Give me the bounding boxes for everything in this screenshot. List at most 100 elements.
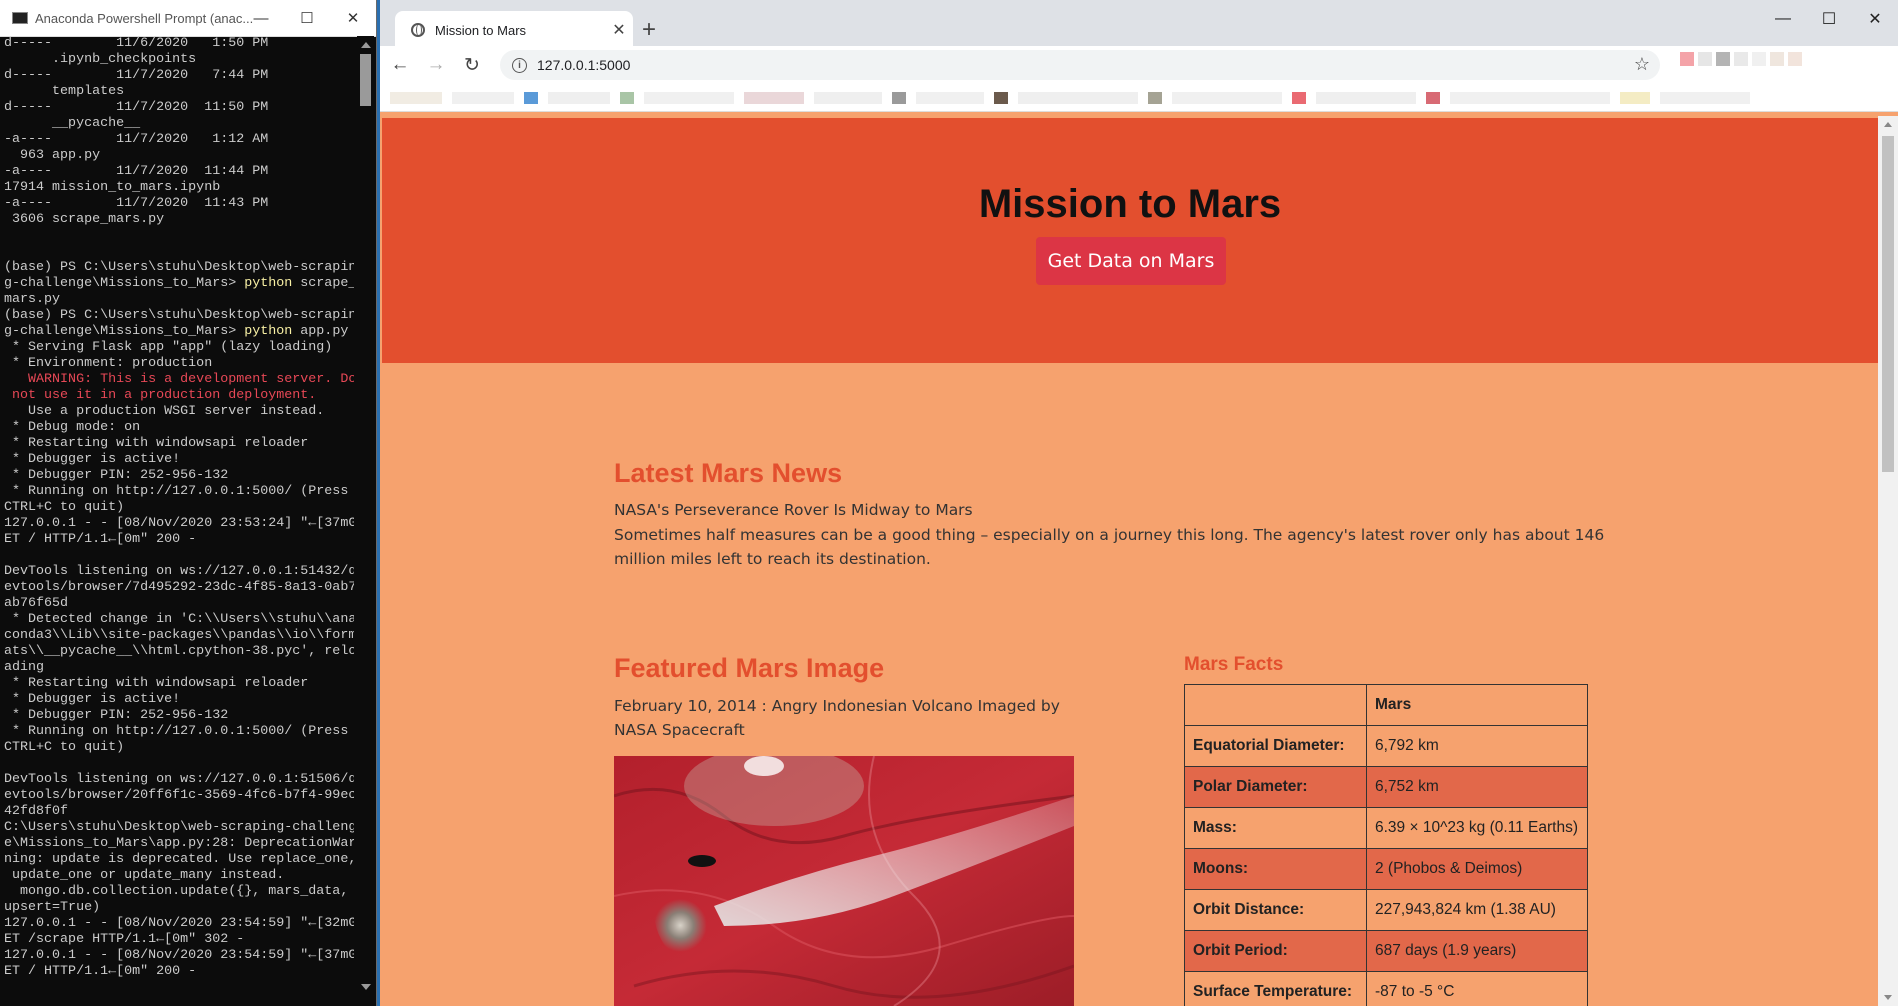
bookmark-item[interactable] <box>1018 91 1138 104</box>
terminal-scrollbar[interactable] <box>357 36 374 996</box>
tab-close-icon[interactable]: ✕ <box>605 20 633 40</box>
bookmark-item[interactable] <box>644 91 734 104</box>
globe-icon <box>411 23 425 37</box>
close-icon[interactable]: ✕ <box>1852 0 1898 38</box>
terminal-line: * Serving Flask app "app" (lazy loading) <box>4 340 333 355</box>
bookmark-item[interactable] <box>1450 91 1610 104</box>
terminal-line: -a---- 11/7/2020 11:44 PM <box>4 164 269 179</box>
bookmark-star-icon[interactable]: ☆ <box>1634 54 1650 75</box>
close-icon[interactable]: ✕ <box>330 0 376 36</box>
new-tab-icon[interactable]: + <box>642 14 656 46</box>
maximize-icon[interactable]: ☐ <box>1806 0 1852 38</box>
bookmark-item[interactable] <box>1172 91 1282 104</box>
terminal-line: WARNING: This is a development server. D… <box>4 372 354 387</box>
table-header-empty <box>1184 684 1367 726</box>
bookmark-item[interactable] <box>548 91 610 104</box>
fact-label: Moons: <box>1184 848 1367 890</box>
site-info-icon[interactable]: i <box>512 57 527 73</box>
bookmark-item[interactable] <box>814 91 882 104</box>
bookmark-item[interactable] <box>620 91 634 104</box>
scroll-up-arrow-icon[interactable] <box>361 42 371 48</box>
terminal-line: conda3\\Lib\\site-packages\\pandas\\io\\… <box>4 628 354 643</box>
bookmark-item[interactable] <box>1148 91 1162 104</box>
extension-icon[interactable] <box>1788 52 1802 66</box>
scrollbar-thumb[interactable] <box>360 54 371 106</box>
minimize-icon[interactable]: — <box>238 0 284 36</box>
table-row: Orbit Distance: 227,943,824 km (1.38 AU) <box>1184 889 1588 931</box>
fact-label: Equatorial Diameter: <box>1184 725 1367 767</box>
extension-icon[interactable] <box>1734 52 1748 66</box>
extension-icon[interactable] <box>1680 52 1694 66</box>
terminal-line: d----- 11/7/2020 11:50 PM <box>4 100 269 115</box>
bookmark-item[interactable] <box>994 91 1008 104</box>
terminal-line: * Debugger PIN: 252-956-132 <box>4 708 229 723</box>
extension-icon[interactable] <box>1716 52 1730 66</box>
extensions-area <box>1680 52 1802 66</box>
terminal-line: (base) PS C:\Users\stuhu\Desktop\web-scr… <box>4 308 354 323</box>
scroll-down-arrow-icon[interactable] <box>361 984 371 990</box>
terminal-line: * Debugger is active! <box>4 692 181 707</box>
terminal-line: mongo.db.collection.update({}, mars_data… <box>4 884 349 899</box>
terminal-app-icon <box>12 12 28 24</box>
terminal-line: not use it in a production deployment. <box>4 388 317 403</box>
scrollbar-thumb[interactable] <box>1882 136 1894 472</box>
bookmark-item[interactable] <box>1292 91 1306 104</box>
scrape-button[interactable]: Get Data on Mars <box>1036 237 1226 285</box>
fact-label: Orbit Period: <box>1184 930 1367 972</box>
forward-arrow-icon[interactable]: → <box>420 54 452 76</box>
terminal-line: * Running on http://127.0.0.1:5000/ (Pre… <box>4 484 349 499</box>
bookmark-item[interactable] <box>524 91 538 104</box>
bookmark-item[interactable] <box>452 91 514 104</box>
terminal-line: ning: update is deprecated. Use replace_… <box>4 852 354 867</box>
terminal-line: 127.0.0.1 - - [08/Nov/2020 23:54:59] "←[… <box>4 948 354 963</box>
page-scrollbar[interactable] <box>1878 116 1898 1006</box>
maximize-icon[interactable]: ☐ <box>284 0 330 36</box>
terminal-titlebar[interactable]: Anaconda Powershell Prompt (anac... — ☐ … <box>0 0 376 37</box>
terminal-line: * Debug mode: on <box>4 420 141 435</box>
extension-icon[interactable] <box>1752 52 1766 66</box>
bookmark-item[interactable] <box>390 91 442 104</box>
terminal-line: 42fd8f0f <box>4 804 69 819</box>
scroll-up-arrow-icon[interactable] <box>1884 122 1892 127</box>
terminal-line: ET / HTTP/1.1←[0m" 200 - <box>4 532 197 547</box>
featured-image-section: Featured Mars Image February 10, 2014 : … <box>614 653 1084 1006</box>
scroll-down-arrow-icon[interactable] <box>1884 995 1892 1000</box>
bookmark-item[interactable] <box>916 91 984 104</box>
browser-tab[interactable]: Mission to Mars ✕ <box>395 11 633 49</box>
address-bar[interactable]: i 127.0.0.1:5000 ☆ <box>500 50 1660 80</box>
terminal-line: mars.py <box>4 292 61 307</box>
terminal-line: d----- 11/6/2020 1:50 PM <box>4 36 269 51</box>
terminal-line: -a---- 11/7/2020 11:43 PM <box>4 196 269 211</box>
fact-label: Surface Temperature: <box>1184 971 1367 1006</box>
reload-icon[interactable]: ↻ <box>456 54 488 77</box>
mars-facts-section: Mars Facts Mars Equatorial Diameter: 6,7… <box>1184 654 1588 1006</box>
minimize-icon[interactable]: — <box>1760 0 1806 38</box>
bookmark-item[interactable] <box>1426 91 1440 104</box>
bookmark-item[interactable] <box>1660 91 1750 104</box>
bookmark-item[interactable] <box>744 91 804 104</box>
terminal-window-controls: — ☐ ✕ <box>238 0 376 36</box>
terminal-line: DevTools listening on ws://127.0.0.1:514… <box>4 564 354 579</box>
bookmark-item[interactable] <box>892 91 906 104</box>
featured-mars-image[interactable] <box>614 756 1074 1006</box>
terminal-line: upsert=True) <box>4 900 101 915</box>
url-text[interactable]: 127.0.0.1:5000 <box>537 57 630 73</box>
page-title: Mission to Mars <box>978 182 1282 226</box>
terminal-window[interactable]: Anaconda Powershell Prompt (anac... — ☐ … <box>0 0 377 1006</box>
mars-facts-table: Mars Equatorial Diameter: 6,792 km Polar… <box>1184 684 1588 1006</box>
bookmark-item[interactable] <box>1620 91 1650 104</box>
jumbotron: Mission to Mars Get Data on Mars <box>382 118 1878 363</box>
terminal-output[interactable]: d----- 11/6/2020 1:50 PM .ipynb_checkpoi… <box>4 36 354 996</box>
bookmark-item[interactable] <box>1316 91 1416 104</box>
terminal-line: * Debugger PIN: 252-956-132 <box>4 468 229 483</box>
terminal-line: templates <box>4 84 125 99</box>
extension-icon[interactable] <box>1770 52 1784 66</box>
extension-icon[interactable] <box>1698 52 1712 66</box>
back-arrow-icon[interactable]: ← <box>384 54 416 76</box>
fact-label: Mass: <box>1184 807 1367 849</box>
terminal-line: * Detected change in 'C:\\Users\\stuhu\\… <box>4 612 354 627</box>
terminal-line: -a---- 11/7/2020 1:12 AM <box>4 132 269 147</box>
fact-value: 2 (Phobos & Deimos) <box>1366 848 1588 890</box>
